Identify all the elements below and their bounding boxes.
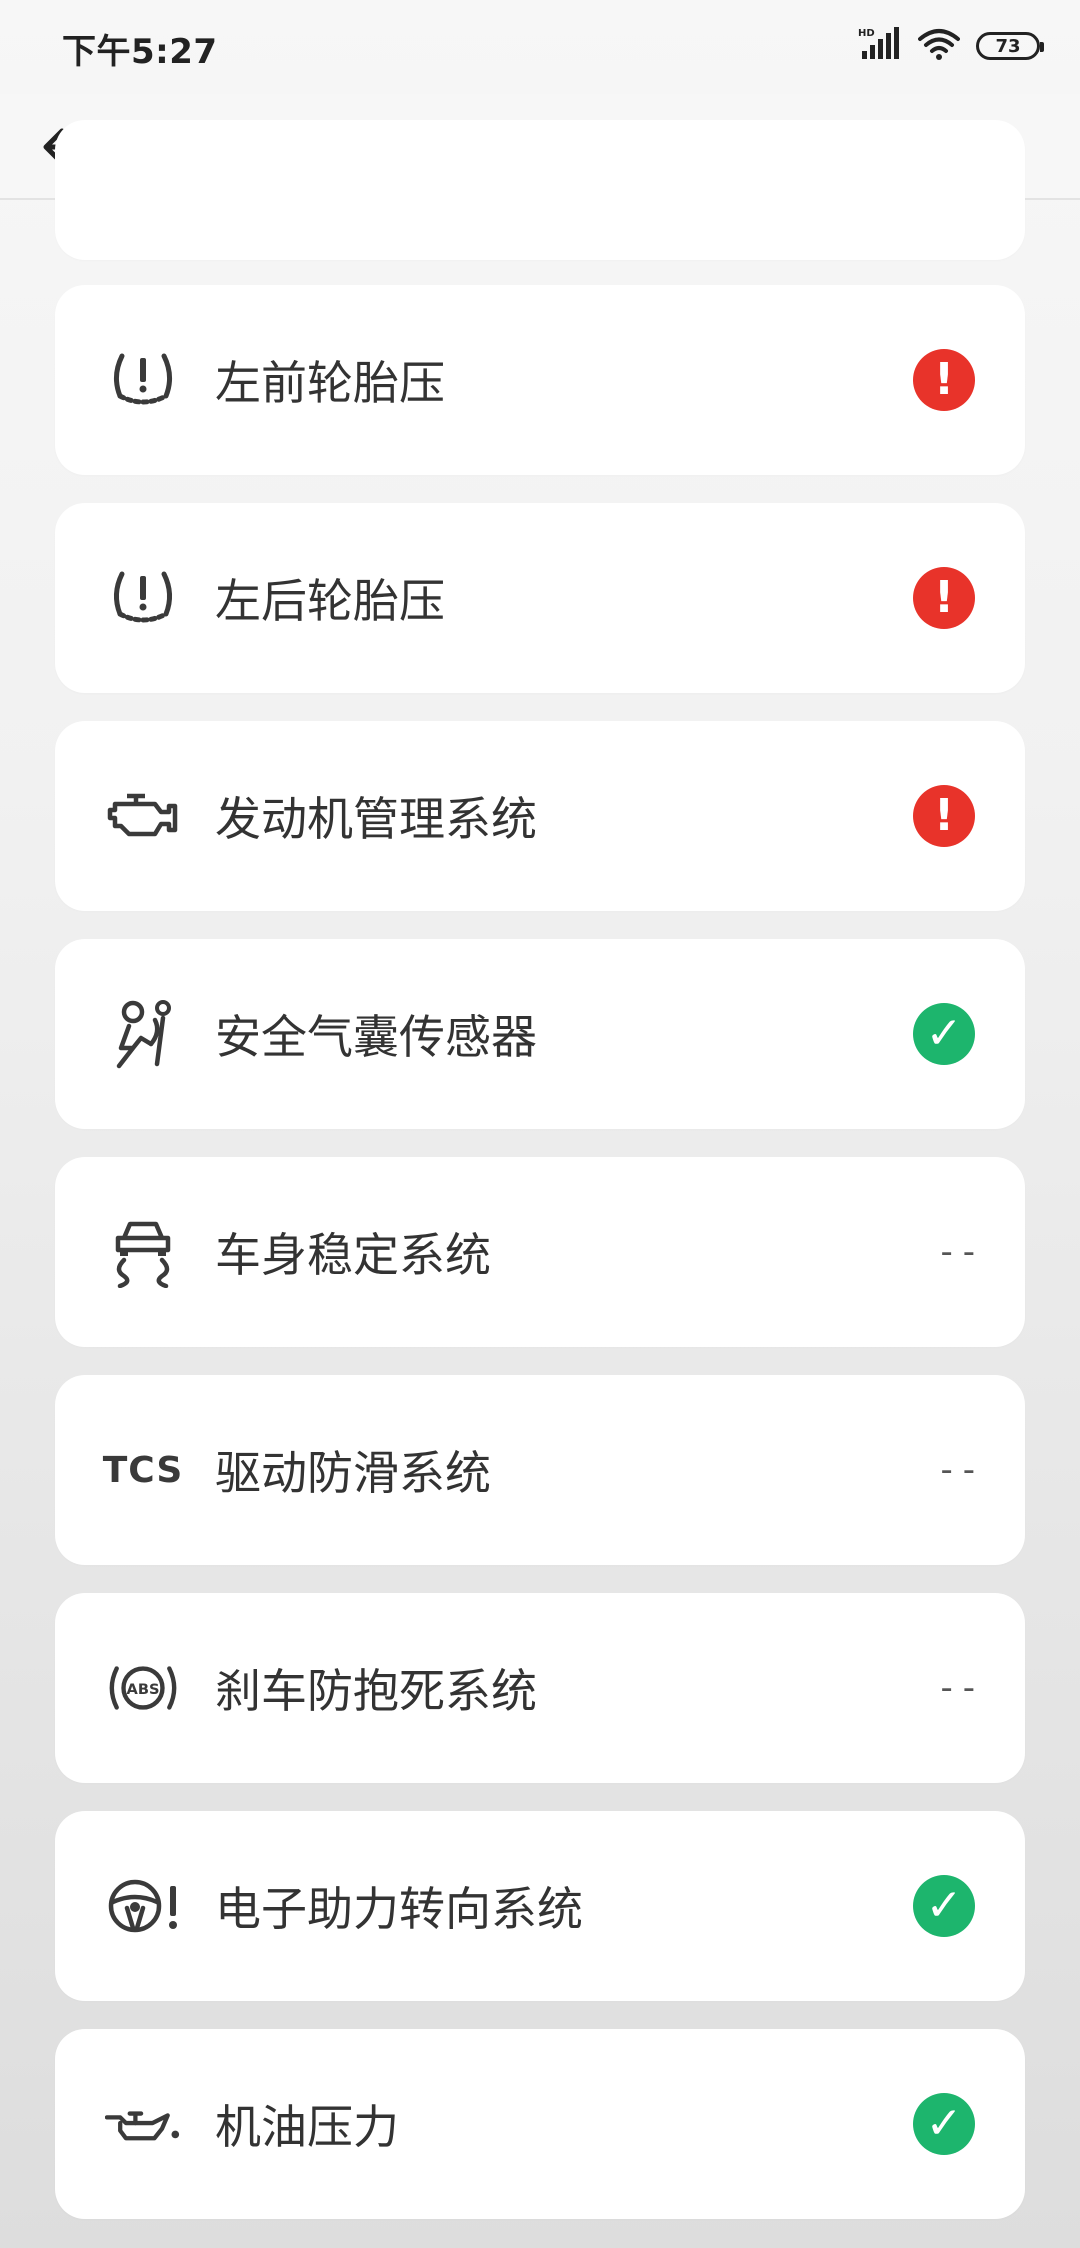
status-ok-icon: ✓ — [913, 2093, 975, 2155]
list-item-oil-pressure[interactable]: 机油压力 ✓ — [55, 2029, 1025, 2219]
item-label: 机油压力 — [215, 2100, 399, 2154]
item-label: 驱动防滑系统 — [215, 1446, 491, 1500]
list-item-stability-control[interactable]: 车身稳定系统 -- — [55, 1157, 1025, 1347]
item-label: 左前轮胎压 — [215, 356, 445, 410]
list-item-power-steering[interactable]: 电子助力转向系统 ✓ — [55, 1811, 1025, 2001]
steering-warning-icon — [105, 1868, 181, 1944]
status-ok-icon: ✓ — [913, 1003, 975, 1065]
status-icons: HD 73 — [858, 26, 1044, 66]
status-unknown: -- — [940, 1668, 985, 1708]
signal-icon: HD — [858, 27, 902, 65]
engine-icon — [105, 778, 181, 854]
battery-icon: 73 — [976, 32, 1044, 60]
item-label: 刹车防抱死系统 — [215, 1664, 537, 1718]
list-item-airbag-sensor[interactable]: 安全气囊传感器 ✓ — [55, 939, 1025, 1129]
status-mark: ✓ — [925, 1880, 963, 1931]
status-ok-icon: ✓ — [913, 1875, 975, 1937]
list-item-left-rear-tire-pressure[interactable]: 左后轮胎压 ! — [55, 503, 1025, 693]
status-time: 下午5:27 — [62, 32, 218, 72]
list-item-engine-management[interactable]: 发动机管理系统 ! — [55, 721, 1025, 911]
item-label: 发动机管理系统 — [215, 792, 537, 846]
status-bar: 下午5:27 HD 73 — [0, 0, 1080, 94]
status-unknown: -- — [940, 1450, 985, 1490]
status-mark: ✓ — [925, 2098, 963, 2149]
status-warning-icon: ! — [913, 567, 975, 629]
status-mark: ! — [933, 572, 955, 623]
network-type-label: HD — [858, 28, 875, 39]
tire-pressure-icon — [105, 342, 181, 418]
abs-icon: ABS — [105, 1650, 181, 1726]
list-item-abs[interactable]: ABS 刹车防抱死系统 -- — [55, 1593, 1025, 1783]
status-mark: ! — [933, 790, 955, 841]
list-item-left-front-tire-pressure[interactable]: 左前轮胎压 ! — [55, 285, 1025, 475]
item-label: 左后轮胎压 — [215, 574, 445, 628]
abs-icon-text: ABS — [127, 1681, 160, 1698]
item-label: 安全气囊传感器 — [215, 1010, 537, 1064]
wifi-icon — [918, 27, 960, 65]
stability-control-icon — [105, 1214, 181, 1290]
status-mark: ✓ — [925, 1008, 963, 1059]
status-unknown: -- — [940, 1232, 985, 1272]
item-label: 车身稳定系统 — [215, 1228, 491, 1282]
tcs-icon-text: TCS — [102, 1449, 184, 1491]
tire-pressure-icon — [105, 560, 181, 636]
oil-pressure-icon — [105, 2086, 181, 2162]
list-item-traction-control[interactable]: TCS 驱动防滑系统 -- — [55, 1375, 1025, 1565]
status-warning-icon: ! — [913, 785, 975, 847]
airbag-icon — [105, 996, 181, 1072]
battery-level: 73 — [995, 35, 1021, 57]
tcs-icon: TCS — [102, 1432, 184, 1508]
status-mark: ! — [933, 354, 955, 405]
status-warning-icon: ! — [913, 349, 975, 411]
item-label: 电子助力转向系统 — [215, 1882, 583, 1936]
list-item-partial — [55, 120, 1025, 260]
